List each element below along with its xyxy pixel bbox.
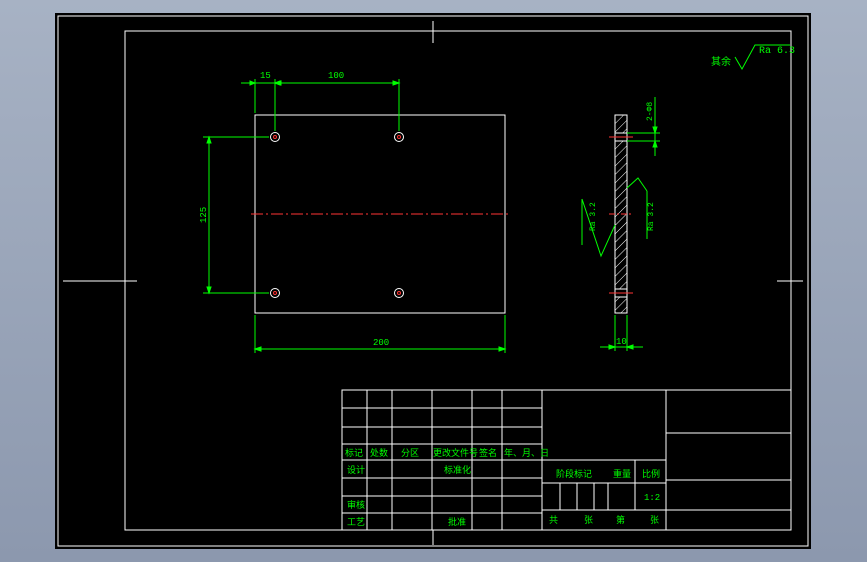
centering-marks [63,21,803,545]
mounting-holes [270,132,404,298]
dim-plate-thickness: 10 [616,337,627,347]
side-section [609,114,633,314]
tb-process: 工艺 [347,517,365,528]
engineering-drawing: 15 100 125 200 2-Φ8 Ra 3.2 Ra 3.2 10 其余 … [57,15,809,547]
drawing-canvas[interactable]: 15 100 125 200 2-Φ8 Ra 3.2 Ra 3.2 10 其余 … [55,13,811,549]
dim-hole-spacing-x: 100 [328,71,344,81]
roughness-right-label: Ra 3.2 [647,202,656,231]
tb-scale-label: 比例 [642,468,660,480]
tb-standardize: 标准化 [444,464,471,476]
tb-count: 处数 [370,447,388,459]
tb-check: 审核 [347,499,365,511]
tb-stage-mark: 阶段标记 [556,468,592,480]
hole-top-left [270,132,280,142]
tb-approve: 批准 [448,516,466,528]
hole-bottom-right [394,288,404,298]
dim-hole-callout: 2-Φ8 [646,102,655,121]
general-roughness-label: 其余 [711,55,731,69]
tb-sheets: 张 [584,515,593,526]
hole-top-right [394,132,404,142]
roughness-left-symbol [581,198,616,258]
general-roughness-value: Ra 6.3 [759,46,795,57]
left-dimension [203,135,269,295]
tb-sheet-no: 第 [616,514,625,526]
roughness-left-label: Ra 3.2 [589,202,598,231]
tb-total: 共 [549,515,558,526]
tb-date: 年、月、日 [504,447,549,459]
hole-callout-leader [627,97,660,156]
tb-signature: 签名 [479,447,497,459]
dim-hole-offset: 15 [260,71,271,81]
tb-zone: 分区 [401,448,419,459]
tb-design: 设计 [347,464,365,476]
dim-hole-spacing-y: 125 [199,207,209,223]
hole-bottom-left [270,288,280,298]
roughness-right-symbol [626,177,648,239]
outer-border [57,15,809,547]
tb-marks: 标记 [345,447,363,459]
tb-weight: 重量 [613,468,631,480]
top-dimensions [241,79,401,131]
tb-change-doc: 更改文件号 [433,447,478,459]
tb-scale-value: 1:2 [644,493,660,503]
tb-sheet-unit: 张 [650,515,659,526]
title-block-lines [341,389,792,531]
dim-plate-width: 200 [373,338,389,348]
